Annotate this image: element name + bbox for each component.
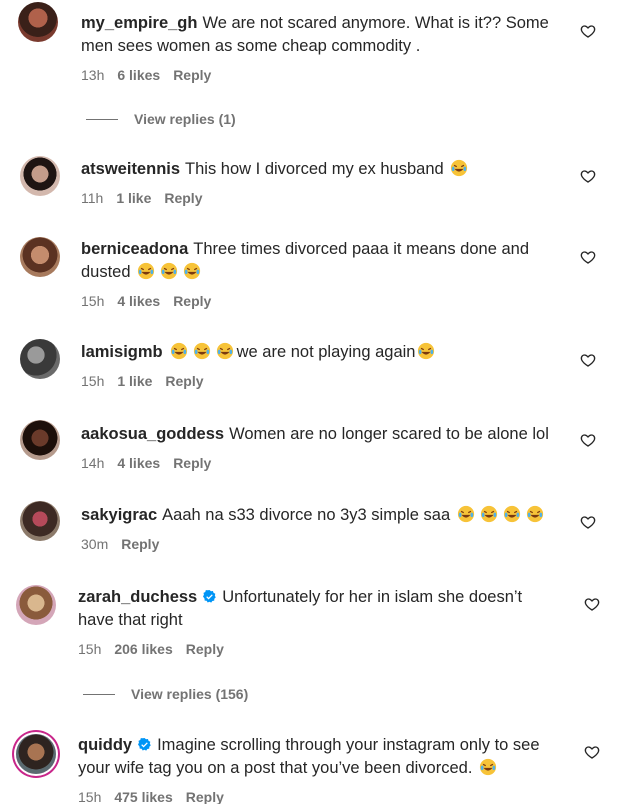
heart-outline-icon[interactable] (580, 249, 596, 265)
likes-count[interactable]: 1 like (117, 373, 152, 389)
avatar[interactable] (20, 237, 60, 277)
username-link[interactable]: my_empire_gh (81, 14, 197, 32)
comment-text: lamisigmb we are not playing again (81, 341, 561, 364)
timestamp: 15h (81, 293, 105, 309)
avatar[interactable] (20, 420, 60, 460)
comment-meta: 15h 206 likes Reply (78, 641, 558, 659)
heart-outline-icon[interactable] (580, 168, 596, 184)
laughing-emoji-icon (138, 262, 155, 280)
timestamp: 13h (81, 67, 105, 83)
reply-button[interactable]: Reply (164, 190, 202, 206)
comment-text: atsweitennis This how I divorced my ex hu… (81, 158, 561, 181)
heart-outline-icon[interactable] (584, 596, 600, 612)
timestamp: 15h (78, 641, 102, 657)
comment-body: This how I divorced my ex husband (185, 160, 444, 178)
laughing-emoji-icon (193, 342, 210, 360)
laughing-emoji-icon (457, 505, 474, 523)
username-link[interactable]: berniceadona (81, 240, 188, 258)
likes-count[interactable]: 1 like (116, 190, 151, 206)
timestamp: 15h (81, 373, 105, 389)
laughing-emoji-icon (451, 159, 468, 177)
comment-body: Aaah na s33 divorce no 3y3 simple saa (162, 506, 451, 524)
username-link[interactable]: sakyigrac (81, 506, 157, 524)
likes-count[interactable]: 475 likes (114, 789, 172, 804)
reply-button[interactable]: Reply (173, 67, 211, 83)
username-link[interactable]: lamisigmb (81, 343, 163, 361)
view-replies-button[interactable]: View replies (1) (86, 111, 236, 127)
reply-button[interactable]: Reply (186, 641, 224, 657)
timestamp: 30m (81, 536, 109, 552)
avatar[interactable] (18, 2, 58, 42)
heart-outline-icon[interactable] (580, 23, 596, 39)
avatar[interactable] (20, 156, 60, 196)
likes-count[interactable]: 6 likes (117, 67, 160, 83)
timestamp: 15h (78, 789, 102, 804)
comment-meta: 13h 6 likes Reply (81, 67, 561, 85)
comment-meta: 15h 1 like Reply (81, 373, 561, 391)
timestamp: 14h (81, 455, 105, 471)
likes-count[interactable]: 206 likes (114, 641, 172, 657)
comment-meta: 15h 4 likes Reply (81, 293, 561, 311)
reply-button[interactable]: Reply (173, 293, 211, 309)
laughing-emoji-icon (184, 262, 201, 280)
divider-line (83, 693, 115, 695)
username-link[interactable]: aakosua_goddess (81, 425, 224, 443)
likes-count[interactable]: 4 likes (117, 293, 160, 309)
laughing-emoji-icon (216, 342, 233, 360)
comment-text: zarah_duchess Unfortunately for her in is… (78, 586, 558, 632)
comment-text: berniceadona Three times divorced paaa it… (81, 238, 561, 284)
reply-button[interactable]: Reply (121, 536, 159, 552)
comment-meta: 14h 4 likes Reply (81, 455, 561, 473)
laughing-emoji-icon (526, 505, 543, 523)
comment-meta: 11h 1 like Reply (81, 190, 561, 208)
view-replies-label[interactable]: View replies (1) (134, 111, 236, 127)
comment-text: sakyigrac Aaah na s33 divorce no 3y3 simp… (81, 504, 561, 527)
heart-outline-icon[interactable] (580, 432, 596, 448)
reply-button[interactable]: Reply (186, 789, 224, 804)
reply-button[interactable]: Reply (173, 455, 211, 471)
heart-outline-icon[interactable] (580, 352, 596, 368)
comment-body: Women are no longer scared to be alone l… (229, 425, 549, 443)
avatar[interactable] (16, 734, 56, 774)
avatar[interactable] (20, 501, 60, 541)
heart-outline-icon[interactable] (584, 744, 600, 760)
likes-count[interactable]: 4 likes (117, 455, 160, 471)
avatar[interactable] (16, 585, 56, 625)
comment-meta: 15h 475 likes Reply (78, 789, 558, 804)
heart-outline-icon[interactable] (580, 514, 596, 530)
username-link[interactable]: atsweitennis (81, 160, 180, 178)
view-replies-button[interactable]: View replies (156) (83, 686, 248, 702)
username-link[interactable]: zarah_duchess (78, 588, 197, 606)
verified-badge-icon (138, 737, 151, 751)
comment-body: we are not playing again (236, 343, 416, 361)
timestamp: 11h (81, 190, 104, 206)
laughing-emoji-icon (170, 342, 187, 360)
reply-button[interactable]: Reply (165, 373, 203, 389)
laughing-emoji-icon (161, 262, 178, 280)
comment-text: my_empire_gh We are not scared anymore. W… (81, 12, 561, 58)
laughing-emoji-icon (418, 342, 435, 360)
divider-line (86, 118, 118, 120)
comment-meta: 30m Reply (81, 536, 561, 554)
laughing-emoji-icon (479, 758, 497, 776)
comment-text: aakosua_goddess Women are no longer scare… (81, 423, 561, 446)
comment-text: quiddy Imagine scrolling through your ins… (78, 734, 558, 780)
avatar[interactable] (20, 339, 60, 379)
verified-badge-icon (203, 589, 216, 603)
username-link[interactable]: quiddy (78, 736, 132, 754)
view-replies-label[interactable]: View replies (156) (131, 686, 248, 702)
laughing-emoji-icon (503, 505, 520, 523)
laughing-emoji-icon (480, 505, 497, 523)
